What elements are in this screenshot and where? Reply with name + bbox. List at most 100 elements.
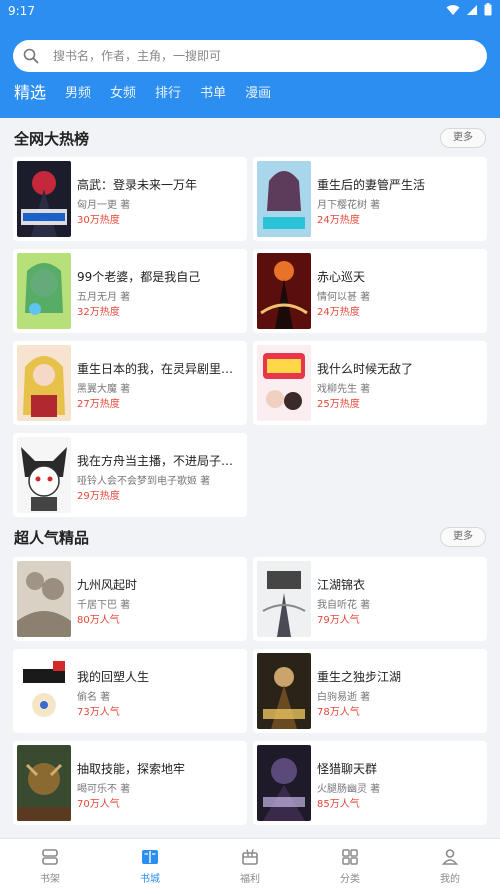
search-icon (23, 48, 49, 64)
book-card[interactable]: 重生日本的我，在灵异剧里开... 黑翼大魔 著 27万热度 (13, 341, 247, 425)
nav-label: 分类 (340, 874, 360, 885)
book-author: 白驹易逝 著 (317, 692, 371, 703)
book-author: 偷名 著 (77, 692, 111, 703)
tab-female[interactable]: 女频 (110, 82, 136, 109)
nav-label: 书架 (40, 874, 60, 885)
signal-icon (467, 4, 477, 15)
book-author: 月下樱花树 著 (317, 200, 381, 211)
book-card[interactable]: 怪猎聊天群 火腿肠幽灵 著 85万人气 (253, 741, 487, 825)
book-author: 我自听花 著 (317, 600, 371, 611)
book-author: 情何以甚 著 (317, 292, 371, 303)
book-card[interactable]: 我什么时候无敌了 戏柳先生 著 25万热度 (253, 341, 487, 425)
search-bar[interactable] (13, 40, 487, 72)
popular-section: 超人气精品 更多 九州风起时 千居下巴 著 80万人气 江湖锦衣 我自听花 著 … (0, 527, 500, 838)
book-popularity: 73万人气 (77, 707, 120, 718)
tab-booklist[interactable]: 书单 (200, 82, 226, 109)
profile-icon (441, 849, 459, 865)
book-heat: 29万热度 (77, 491, 120, 502)
book-popularity: 80万人气 (77, 615, 120, 626)
book-popularity: 79万人气 (317, 615, 360, 626)
book-title: 怪猎聊天群 (317, 762, 378, 776)
book-card[interactable]: 重生后的妻管严生活 月下樱花树 著 24万热度 (253, 157, 487, 241)
book-cover (17, 653, 71, 729)
book-popularity: 70万人气 (77, 799, 120, 810)
book-title: 高武：登录未来一万年 (77, 178, 198, 192)
more-button[interactable]: 更多 (440, 527, 486, 547)
book-author: 哑铃人会不会梦到电子歌姬 著 (77, 476, 211, 487)
book-popularity: 85万人气 (317, 799, 360, 810)
book-heat: 25万热度 (317, 399, 360, 410)
status-bar: 9:17 (0, 0, 500, 22)
book-heat: 32万热度 (77, 307, 120, 318)
book-author: 千居下巴 著 (77, 600, 131, 611)
status-icons (446, 3, 492, 16)
book-heat: 30万热度 (77, 215, 120, 226)
book-card[interactable]: 重生之独步江湖 白驹易逝 著 78万人气 (253, 649, 487, 733)
book-card[interactable]: 抽取技能，探索地牢 喝可乐不 著 70万人气 (13, 741, 247, 825)
tab-featured[interactable]: 精选 (14, 79, 46, 109)
book-title: 99个老婆，都是我自己 (77, 270, 201, 284)
main-content: 全网大热榜 更多 高武：登录未来一万年 匈月一更 著 30万热度 重生后的妻管严… (0, 118, 500, 838)
book-author: 黑翼大魔 著 (77, 384, 131, 395)
book-heat: 24万热度 (317, 215, 360, 226)
wifi-icon (446, 4, 460, 15)
book-heat: 27万热度 (77, 399, 120, 410)
book-card[interactable]: 江湖锦衣 我自听花 著 79万人气 (253, 557, 487, 641)
book-title: 抽取技能，探索地牢 (77, 762, 186, 776)
book-author: 戏柳先生 著 (317, 384, 371, 395)
book-card[interactable]: 99个老婆，都是我自己 五月无月 著 32万热度 (13, 249, 247, 333)
status-time: 9:17 (8, 4, 35, 18)
bottom-navigation: 书架 书城 福利 分类 我的 (0, 838, 500, 888)
book-title: 重生后的妻管严生活 (317, 178, 426, 192)
tab-ranking[interactable]: 排行 (155, 82, 181, 109)
category-tabs: 精选 男频 女频 排行 书单 漫画 (14, 79, 290, 109)
nav-label: 福利 (240, 874, 260, 885)
book-title: 我什么时候无敌了 (317, 362, 414, 376)
nav-bookstore[interactable]: 书城 (100, 839, 200, 888)
book-cover (17, 561, 71, 637)
book-title: 重生日本的我，在灵异剧里开... (77, 362, 241, 376)
search-input[interactable] (53, 49, 453, 63)
gift-icon (242, 849, 258, 865)
battery-icon (484, 3, 492, 16)
nav-profile[interactable]: 我的 (400, 839, 500, 888)
tab-comics[interactable]: 漫画 (245, 82, 271, 109)
book-card[interactable]: 我的回塑人生 偷名 著 73万人气 (13, 649, 247, 733)
more-button[interactable]: 更多 (440, 128, 486, 148)
nav-label: 书城 (140, 874, 160, 885)
book-heat: 24万热度 (317, 307, 360, 318)
nav-welfare[interactable]: 福利 (200, 839, 300, 888)
book-cover (17, 745, 71, 821)
book-author: 匈月一更 著 (77, 200, 131, 211)
book-popularity: 78万人气 (317, 707, 360, 718)
book-cover (257, 161, 311, 237)
book-cover (257, 653, 311, 729)
book-title: 江湖锦衣 (317, 578, 366, 592)
book-title: 我在方舟当主播，不进局子就... (77, 454, 241, 468)
book-card[interactable]: 赤心巡天 情何以甚 著 24万热度 (253, 249, 487, 333)
category-grid-icon (342, 849, 358, 865)
nav-label: 我的 (440, 874, 460, 885)
section-title: 全网大热榜 (14, 130, 90, 148)
nav-bookshelf[interactable]: 书架 (0, 839, 100, 888)
hot-list-section: 全网大热榜 更多 高武：登录未来一万年 匈月一更 著 30万热度 重生后的妻管严… (0, 128, 500, 528)
book-card[interactable]: 高武：登录未来一万年 匈月一更 著 30万热度 (13, 157, 247, 241)
book-author: 火腿肠幽灵 著 (317, 784, 381, 795)
nav-category[interactable]: 分类 (300, 839, 400, 888)
book-card[interactable]: 我在方舟当主播，不进局子就... 哑铃人会不会梦到电子歌姬 著 29万热度 (13, 433, 247, 517)
book-card[interactable]: 九州风起时 千居下巴 著 80万人气 (13, 557, 247, 641)
book-cover (17, 253, 71, 329)
bookshelf-icon (42, 849, 58, 865)
book-cover (17, 345, 71, 421)
book-cover (17, 161, 71, 237)
book-cover (257, 345, 311, 421)
book-cover (257, 745, 311, 821)
book-store-icon (142, 850, 158, 864)
book-title: 九州风起时 (77, 578, 138, 592)
book-cover (257, 561, 311, 637)
book-cover (17, 437, 71, 513)
section-title: 超人气精品 (14, 529, 90, 547)
book-title: 我的回塑人生 (77, 670, 150, 684)
book-author: 喝可乐不 著 (77, 784, 131, 795)
tab-male[interactable]: 男频 (65, 82, 91, 109)
